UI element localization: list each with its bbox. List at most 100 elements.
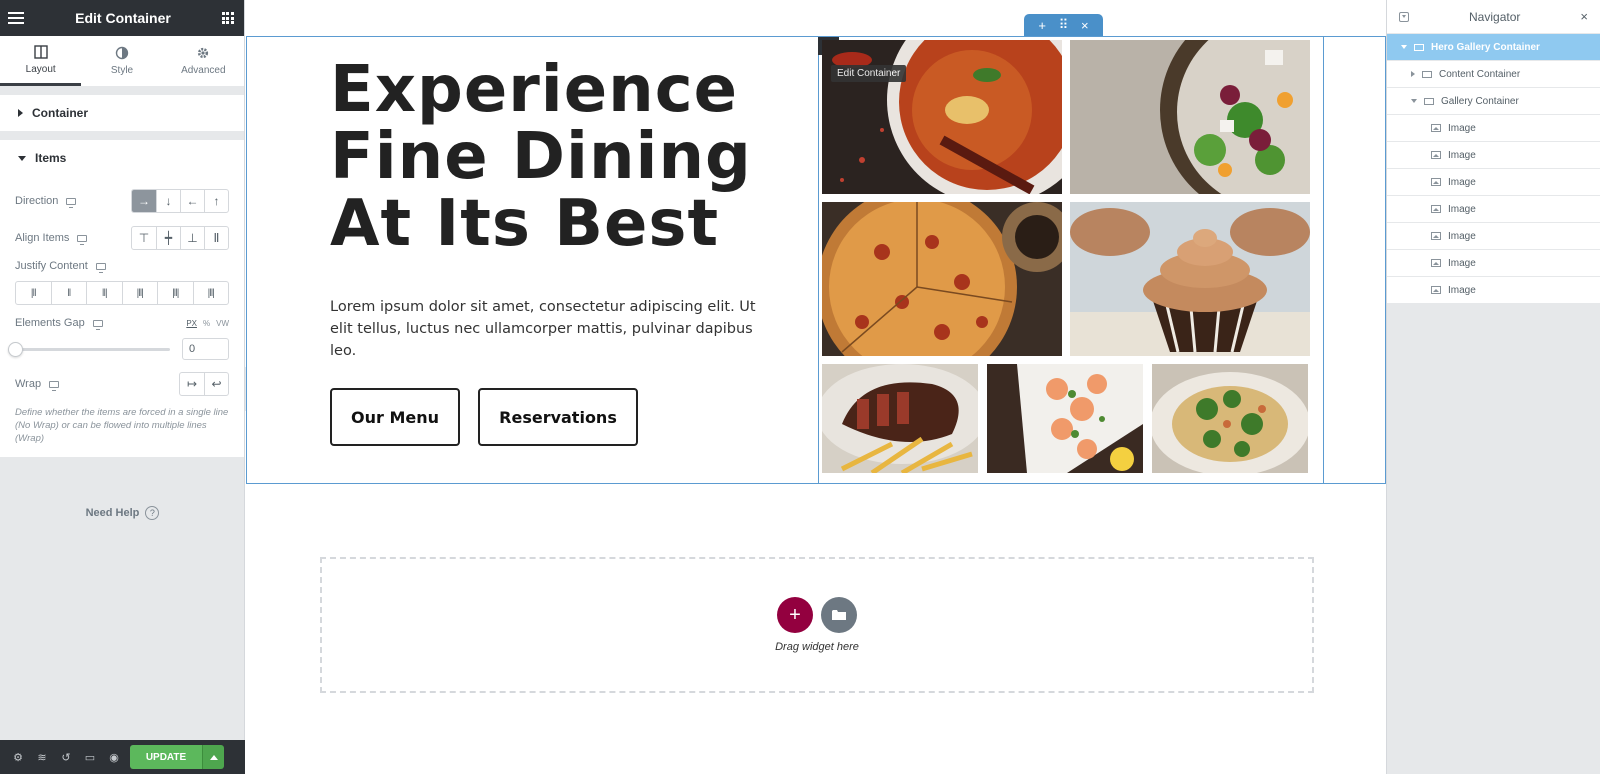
hamburger-menu-icon[interactable] bbox=[8, 12, 24, 24]
drag-widget-text: Drag widget here bbox=[775, 641, 859, 653]
nav-item-label: Image bbox=[1448, 149, 1476, 161]
container-icon bbox=[1422, 70, 1432, 78]
unit-percent[interactable]: % bbox=[203, 319, 210, 328]
nav-item-image[interactable]: Image bbox=[1387, 223, 1600, 250]
nav-item-label: Image bbox=[1448, 122, 1476, 134]
our-menu-button[interactable]: Our Menu bbox=[330, 388, 460, 446]
hero-gallery-container[interactable]: Experience Fine Dining At Its Best Lorem… bbox=[246, 36, 1386, 484]
align-stretch-button[interactable]: Ⅱ bbox=[204, 227, 228, 249]
template-library-button[interactable] bbox=[821, 597, 857, 633]
responsive-desktop-icon[interactable] bbox=[66, 197, 77, 208]
layout-icon bbox=[33, 44, 48, 59]
update-button[interactable]: UPDATE bbox=[130, 745, 202, 769]
tab-layout[interactable]: Layout bbox=[0, 36, 82, 86]
justify-space-evenly-button[interactable]: |‖| bbox=[192, 282, 229, 304]
direction-row-button[interactable]: → bbox=[132, 190, 156, 212]
collapse-all-icon[interactable] bbox=[1399, 11, 1409, 22]
nav-item-label: Image bbox=[1448, 257, 1476, 269]
hero-paragraph[interactable]: Lorem ipsum dolor sit amet, consectetur … bbox=[330, 296, 780, 362]
image-icon bbox=[1431, 259, 1441, 267]
caret-down-icon[interactable] bbox=[1401, 45, 1407, 49]
gap-slider[interactable] bbox=[8, 341, 170, 357]
container-icon bbox=[1424, 97, 1434, 105]
align-center-button[interactable]: ┿ bbox=[156, 227, 180, 249]
editor-panel: Edit Container Layout Style Advanced Con… bbox=[0, 0, 245, 774]
align-start-button[interactable]: ⊤ bbox=[132, 227, 156, 249]
slider-handle[interactable] bbox=[8, 341, 23, 357]
section-items-header[interactable]: Items bbox=[0, 140, 244, 176]
tab-style[interactable]: Style bbox=[81, 36, 162, 86]
justify-buttons: |‖ ‖ ‖| |‖| |‖| |‖| bbox=[15, 281, 229, 305]
nav-item-hero-gallery-container[interactable]: Hero Gallery Container bbox=[1387, 34, 1600, 61]
direction-column-button[interactable]: ↓ bbox=[156, 190, 180, 212]
direction-row-reverse-button[interactable]: ← bbox=[180, 190, 204, 212]
nav-item-image[interactable]: Image bbox=[1387, 250, 1600, 277]
justify-start-button[interactable]: |‖ bbox=[16, 282, 51, 304]
hero-heading[interactable]: Experience Fine Dining At Its Best bbox=[330, 57, 770, 258]
dropzone-buttons: + bbox=[777, 597, 857, 633]
add-section-dropzone[interactable]: + Drag widget here bbox=[320, 557, 1314, 693]
nav-item-image[interactable]: Image bbox=[1387, 169, 1600, 196]
caret-down-icon[interactable] bbox=[1411, 99, 1417, 103]
responsive-desktop-icon[interactable] bbox=[92, 319, 103, 330]
direction-buttons: → ↓ ← ↑ bbox=[131, 189, 229, 213]
nav-item-label: Content Container bbox=[1439, 68, 1521, 80]
direction-column-reverse-button[interactable]: ↑ bbox=[204, 190, 228, 212]
nav-item-image[interactable]: Image bbox=[1387, 142, 1600, 169]
gallery-image-curry[interactable] bbox=[822, 40, 1062, 194]
gallery-image-cupcake[interactable] bbox=[1070, 202, 1310, 356]
responsive-mode-icon[interactable]: ▭ bbox=[78, 740, 102, 774]
container-icon bbox=[1414, 43, 1424, 51]
history-icon[interactable]: ↺ bbox=[54, 740, 78, 774]
tab-advanced[interactable]: Advanced bbox=[163, 36, 244, 86]
section-container-header: Container bbox=[0, 95, 244, 131]
nav-item-label: Image bbox=[1448, 176, 1476, 188]
unit-px[interactable]: PX bbox=[186, 319, 197, 328]
nav-item-image[interactable]: Image bbox=[1387, 196, 1600, 223]
reservations-button[interactable]: Reservations bbox=[478, 388, 638, 446]
widgets-grid-icon[interactable] bbox=[221, 12, 234, 24]
preview-eye-icon[interactable]: ◉ bbox=[102, 740, 126, 774]
update-options-button[interactable] bbox=[202, 745, 224, 769]
nav-item-label: Image bbox=[1448, 230, 1476, 242]
close-icon[interactable]: × bbox=[1580, 9, 1588, 24]
pizza-image bbox=[822, 202, 1062, 356]
pasta-image bbox=[1152, 364, 1308, 473]
container-handle: + ⠿ × bbox=[1024, 14, 1103, 36]
caret-right-icon[interactable] bbox=[1411, 71, 1415, 77]
gallery-image-salad[interactable] bbox=[1070, 40, 1310, 194]
layers-icon[interactable]: ≋ bbox=[30, 740, 54, 774]
gallery-container[interactable]: Edit Container bbox=[818, 37, 1324, 483]
responsive-desktop-icon[interactable] bbox=[49, 380, 60, 391]
responsive-desktop-icon[interactable] bbox=[95, 262, 106, 273]
need-help-link[interactable]: Need Help ? bbox=[0, 506, 245, 520]
align-end-button[interactable]: ⊥ bbox=[180, 227, 204, 249]
nav-item-image[interactable]: Image bbox=[1387, 115, 1600, 142]
nav-item-gallery-container[interactable]: Gallery Container bbox=[1387, 88, 1600, 115]
image-icon bbox=[1431, 232, 1441, 240]
gap-input[interactable]: 0 bbox=[182, 338, 229, 360]
half-circle-icon bbox=[115, 46, 129, 60]
responsive-desktop-icon[interactable] bbox=[77, 234, 88, 245]
nav-item-content-container[interactable]: Content Container bbox=[1387, 61, 1600, 88]
nav-item-image[interactable]: Image bbox=[1387, 277, 1600, 304]
gallery-image-pizza[interactable] bbox=[822, 202, 1062, 356]
close-icon[interactable]: × bbox=[1081, 18, 1089, 33]
wrap-button[interactable]: ↩ bbox=[204, 373, 228, 395]
gallery-image-pasta[interactable] bbox=[1152, 364, 1308, 473]
unit-vw[interactable]: VW bbox=[216, 319, 229, 328]
gallery-image-steak[interactable] bbox=[822, 364, 978, 473]
add-section-button[interactable]: + bbox=[777, 597, 813, 633]
section-container[interactable]: Container bbox=[0, 95, 244, 131]
drag-handle-icon[interactable]: ⠿ bbox=[1059, 17, 1069, 33]
nowrap-button[interactable]: ↦ bbox=[180, 373, 204, 395]
need-help-label: Need Help bbox=[85, 507, 140, 519]
gallery-image-shrimp[interactable] bbox=[987, 364, 1143, 473]
settings-icon[interactable]: ⚙ bbox=[6, 740, 30, 774]
shrimp-image bbox=[987, 364, 1143, 473]
justify-end-button[interactable]: ‖| bbox=[86, 282, 122, 304]
add-icon[interactable]: + bbox=[1038, 18, 1046, 33]
justify-center-button[interactable]: ‖ bbox=[50, 282, 87, 304]
justify-space-between-button[interactable]: |‖| bbox=[121, 282, 158, 304]
justify-space-around-button[interactable]: |‖| bbox=[157, 282, 193, 304]
